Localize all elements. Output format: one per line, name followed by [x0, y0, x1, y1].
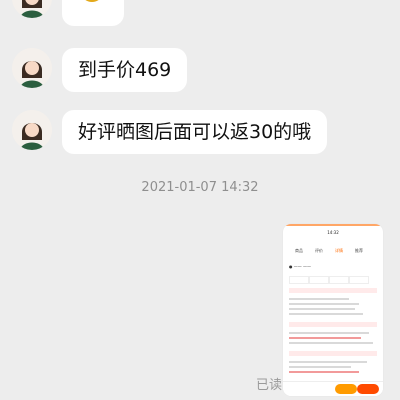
status-text: 14:32: [327, 230, 339, 235]
message-timestamp: 2021-01-07 14:32: [141, 180, 259, 195]
emoji-message-bubble[interactable]: [62, 0, 124, 26]
agent-avatar[interactable]: [12, 0, 52, 18]
text-line: [289, 308, 355, 310]
section-header: [289, 288, 377, 293]
message-bubble[interactable]: 好评晒图后面可以返30的哦: [62, 110, 328, 154]
mini-tab: [289, 276, 309, 284]
message-bubble[interactable]: 到手价469: [62, 48, 188, 92]
product-tabs: 商品 评价 详情 推荐: [287, 248, 379, 258]
agent-avatar-icon: [12, 48, 52, 88]
add-cart-button: [335, 384, 357, 394]
mini-tab: [329, 276, 349, 284]
text-line: [289, 303, 359, 305]
agent-avatar[interactable]: [12, 48, 52, 88]
section-header: [289, 351, 377, 356]
message-text: 好评晒图后面可以返30的哦: [78, 121, 312, 143]
section-header: [289, 322, 377, 327]
image-message-thumbnail[interactable]: 14:32 商品 评价 详情 推荐 ● —— ——: [283, 224, 383, 396]
read-status: 已读: [256, 378, 283, 393]
agent-avatar-icon: [12, 110, 52, 150]
tab-label: 商品: [295, 248, 303, 253]
bottom-action-bar: [283, 381, 383, 396]
tab-label: 推荐: [355, 248, 363, 253]
tab-label: 详情: [335, 248, 343, 253]
highlight-line: [289, 371, 359, 373]
agent-avatar[interactable]: [12, 110, 52, 150]
text-line: [289, 313, 363, 315]
shop-row: ● —— ——: [289, 264, 312, 269]
buy-now-button: [357, 384, 379, 394]
text-line: [289, 298, 349, 300]
text-line: [289, 361, 367, 363]
highlight-line: [289, 337, 361, 339]
text-line: [289, 332, 369, 334]
agent-avatar-icon: [12, 0, 52, 18]
status-bar: [283, 224, 383, 226]
mini-tab: [309, 276, 329, 284]
tab-label: 评价: [315, 248, 323, 253]
mini-tab: [349, 276, 369, 284]
message-text: 到手价469: [78, 59, 172, 81]
text-line: [289, 342, 373, 344]
text-line: [289, 366, 351, 368]
smile-emoji-icon: [82, 0, 102, 2]
